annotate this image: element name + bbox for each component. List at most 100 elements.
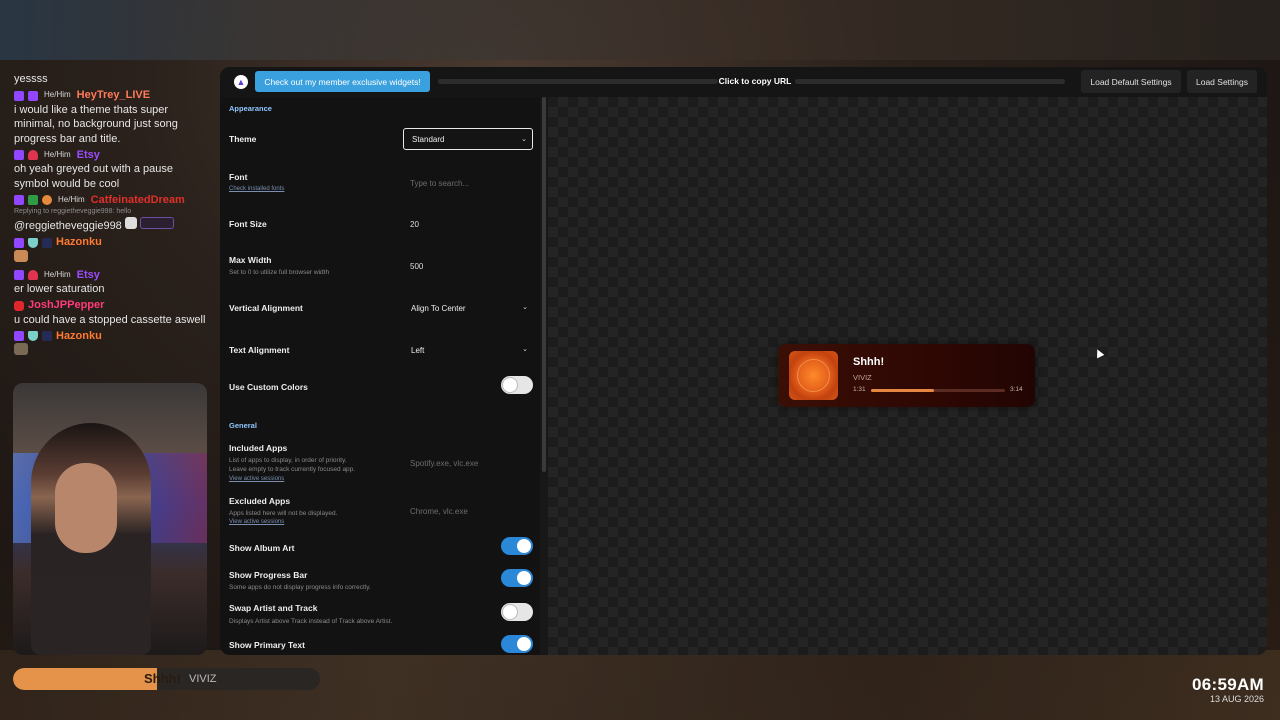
excluded-apps-input[interactable]: Chrome, vlc.exe: [403, 500, 533, 522]
chat-meta: He/Him CatfeinatedDream: [14, 193, 210, 207]
widget-preview-canvas: Shhh! VIVIZ 1:31 3:14: [548, 97, 1267, 655]
vertical-alignment-select[interactable]: Align To Center ⌄: [403, 297, 533, 319]
topbar: ▲ Check out my member exclusive widgets!…: [220, 67, 1267, 97]
cup-badge-icon: [42, 195, 52, 205]
sub-badge-icon: [14, 331, 24, 341]
album-art: [789, 351, 838, 400]
track-title: Shhh!: [853, 356, 885, 368]
copy-url-button[interactable]: Click to copy URL: [705, 76, 805, 86]
total-time: 3:14: [1010, 386, 1023, 393]
vertical-alignment-label: Vertical Alignment: [229, 303, 303, 313]
chat-username: Etsy: [76, 268, 100, 281]
chat-message: u could have a stopped cassette aswell: [14, 313, 206, 326]
show-album-art-toggle[interactable]: [501, 537, 533, 555]
youtube-badge-icon: [14, 300, 24, 311]
chat-username: Hazonku: [56, 236, 102, 249]
vip-badge-icon: [42, 331, 52, 341]
chat-username: JoshJPPepper: [28, 299, 105, 312]
now-playing-title: Shhh!: [144, 671, 181, 686]
included-apps-help: List of apps to display, in order of pri…: [229, 457, 347, 464]
chat-message: yessss: [14, 73, 48, 85]
font-size-input[interactable]: 20: [403, 213, 533, 235]
toggle-knob: [517, 637, 531, 651]
now-playing-progress: [13, 668, 158, 690]
check-badge-icon: [28, 195, 38, 205]
font-label: Font: [229, 172, 248, 182]
theme-select-value: Standard: [412, 134, 445, 144]
show-progress-bar-label: Show Progress Bar: [229, 570, 308, 580]
chat-message: oh yeah greyed out with a pause symbol w…: [14, 163, 174, 190]
toggle-knob: [517, 539, 531, 553]
emote-icon: [14, 249, 28, 262]
show-primary-text-toggle[interactable]: [501, 635, 533, 653]
chevron-down-icon: ⌄: [521, 136, 527, 143]
pronoun-tag: He/Him: [44, 149, 71, 159]
text-alignment-select[interactable]: Left ⌄: [403, 339, 533, 361]
chevron-down-icon: ⌄: [522, 346, 528, 353]
now-playing-widget: Shhh! VIVIZ 1:31 3:14: [778, 344, 1035, 407]
widget-url-blurred[interactable]: [795, 79, 1065, 84]
font-size-label: Font Size: [229, 219, 267, 229]
theme-select[interactable]: Standard ⌄: [403, 128, 533, 150]
chat-message: i would like a theme thats super minimal…: [14, 103, 178, 145]
load-default-settings-button[interactable]: Load Default Settings: [1081, 70, 1181, 93]
member-widgets-button[interactable]: Check out my member exclusive widgets!: [255, 71, 430, 92]
included-apps-input[interactable]: Spotify.exe, vlc.exe: [403, 452, 533, 474]
view-sessions-link[interactable]: View active sessions: [229, 519, 284, 525]
custom-colors-label: Use Custom Colors: [229, 382, 308, 392]
emote-icon: [124, 217, 137, 229]
chat-message: [14, 249, 210, 267]
settings-panel: Appearance Theme Standard ⌄ Font Check i…: [220, 97, 540, 655]
view-sessions-link[interactable]: View active sessions: [229, 476, 284, 482]
max-width-help: Set to 0 to utilize full browser width: [229, 269, 330, 276]
sub-badge-icon: [14, 270, 24, 280]
chat-username: HeyTrey_LIVE: [76, 89, 151, 102]
included-apps-help-2: Leave empty to track currently focused a…: [229, 466, 356, 473]
widget-url-blurred[interactable]: [438, 79, 718, 84]
included-apps-label: Included Apps: [229, 443, 288, 453]
clock: 06:59AM 13 AUG 2026: [1192, 675, 1264, 704]
font-search-input[interactable]: Type to search...: [403, 172, 533, 194]
sub-badge-icon: [14, 195, 24, 205]
heart-badge-icon: [28, 150, 38, 160]
reply-context: Replying to reggietheveggie998: hello: [14, 208, 132, 215]
chat-meta: JoshJPPepper: [14, 299, 210, 313]
emote-icon: [14, 343, 28, 355]
shield-badge-icon: [28, 331, 38, 341]
show-progress-bar-toggle[interactable]: [501, 569, 533, 587]
clock-date: 13 AUG 2026: [1209, 694, 1264, 704]
toggle-knob: [503, 605, 517, 619]
pronoun-tag: He/Him: [44, 90, 71, 100]
progress-bar: [871, 389, 1005, 392]
album-art-ring: [797, 359, 830, 392]
swap-artist-help: Displays Artist above Track instead of T…: [229, 618, 393, 625]
settings-scrollbar[interactable]: [542, 97, 546, 472]
app-logo-icon[interactable]: ▲: [234, 75, 248, 89]
chat-username: CatfeinatedDream: [90, 193, 185, 206]
swap-artist-label: Swap Artist and Track: [229, 603, 318, 613]
pronoun-tag: He/Him: [58, 194, 85, 204]
chat-message: er lower saturation: [14, 283, 105, 295]
swap-artist-toggle[interactable]: [501, 603, 533, 621]
load-settings-button[interactable]: Load Settings: [1187, 70, 1257, 93]
clock-time: 06:59AM: [1191, 675, 1264, 694]
show-progress-bar-help: Some apps do not display progress info c…: [229, 584, 371, 591]
vip-badge-icon: [42, 237, 52, 248]
chat-message: [14, 343, 210, 360]
now-playing-overlay: Shhh! VIVIZ: [13, 668, 320, 690]
check-fonts-link[interactable]: Check installed fonts: [229, 186, 284, 192]
stream-chat: yessss He/Him HeyTrey_LIVE i would like …: [14, 72, 210, 362]
text-alignment-value: Left: [411, 345, 425, 355]
now-playing-artist: VIVIZ: [189, 673, 217, 685]
background-top: [0, 0, 1280, 60]
show-primary-text-label: Show Primary Text: [229, 640, 305, 650]
max-width-input[interactable]: 500: [403, 255, 533, 277]
custom-colors-toggle[interactable]: [501, 376, 533, 394]
toggle-knob: [517, 571, 531, 585]
webcam-feed: [13, 383, 207, 655]
chat-meta: Hazonku: [14, 236, 210, 250]
max-width-label: Max Width: [229, 255, 272, 265]
chat-message: @reggietheveggie998: [14, 217, 210, 234]
widget-settings-window: ▲ Check out my member exclusive widgets!…: [220, 67, 1267, 655]
text-alignment-label: Text Alignment: [229, 345, 290, 355]
